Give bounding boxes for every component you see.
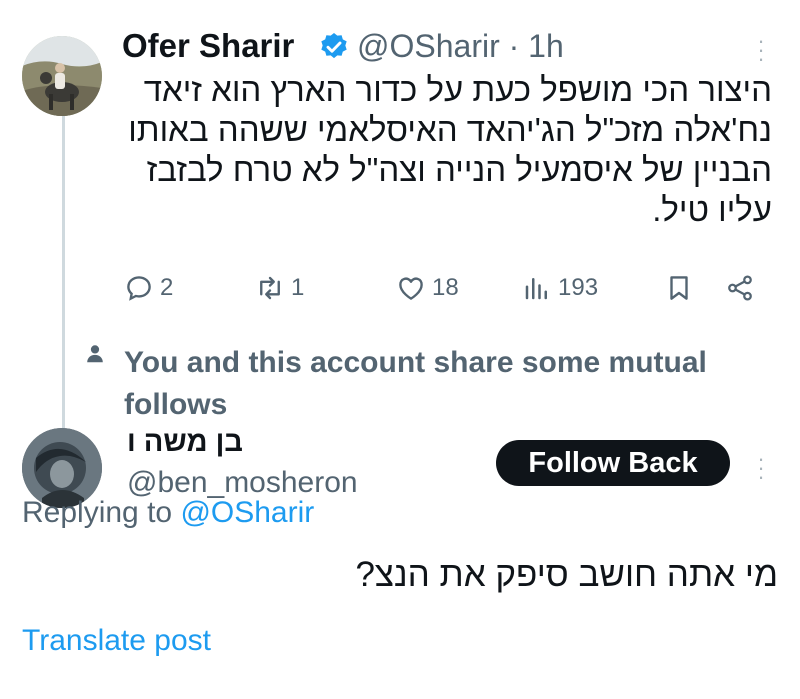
like-count: 18 xyxy=(432,274,459,301)
verified-badge-icon xyxy=(321,33,347,59)
reply-author-name[interactable]: בן משה ו xyxy=(127,426,243,459)
author-handle-time: @OSharir · 1h xyxy=(357,28,564,65)
avatar[interactable] xyxy=(22,36,102,116)
reply-icon xyxy=(127,276,151,301)
follow-back-button[interactable]: Follow Back xyxy=(496,440,730,486)
person-icon xyxy=(87,345,103,363)
reply-more-icon[interactable]: · · · xyxy=(756,448,766,488)
reply-author-handle[interactable]: @ben_mosheron xyxy=(127,466,358,500)
more-icon[interactable]: · · · xyxy=(756,30,766,70)
repost-button[interactable]: 1 xyxy=(255,273,304,303)
translate-post-link[interactable]: Translate post xyxy=(22,624,211,658)
repost-count: 1 xyxy=(291,274,305,301)
bookmark-icon[interactable] xyxy=(664,273,694,303)
tweet-time[interactable]: 1h xyxy=(528,28,564,64)
replying-prefix: Replying to xyxy=(22,496,173,529)
like-button[interactable]: 18 xyxy=(396,273,459,303)
repost-icon xyxy=(260,276,280,300)
share-icon[interactable] xyxy=(725,273,755,303)
views-count: 193 xyxy=(558,274,599,301)
author-handle[interactable]: @OSharir xyxy=(357,28,500,64)
views-button[interactable]: 193 xyxy=(522,273,598,303)
reply-text: מי אתה חושב סיפק את הנצ? xyxy=(355,555,778,594)
mutual-follows-notice: You and this account share some mutual f… xyxy=(124,346,707,421)
time-separator: · xyxy=(508,28,520,64)
reply-button[interactable]: 2 xyxy=(124,273,173,303)
tweet-text: היצור הכי מושפל כעת על כדור הארץ הוא זיא… xyxy=(128,71,772,228)
replying-to: Replying to @OSharir xyxy=(22,496,314,530)
replying-to-link[interactable]: @OSharir xyxy=(180,496,314,529)
views-icon xyxy=(525,278,547,300)
like-icon xyxy=(399,277,423,300)
thread-line xyxy=(62,98,65,428)
reply-count: 2 xyxy=(160,274,174,301)
author-name[interactable]: Ofer Sharir xyxy=(122,27,294,65)
